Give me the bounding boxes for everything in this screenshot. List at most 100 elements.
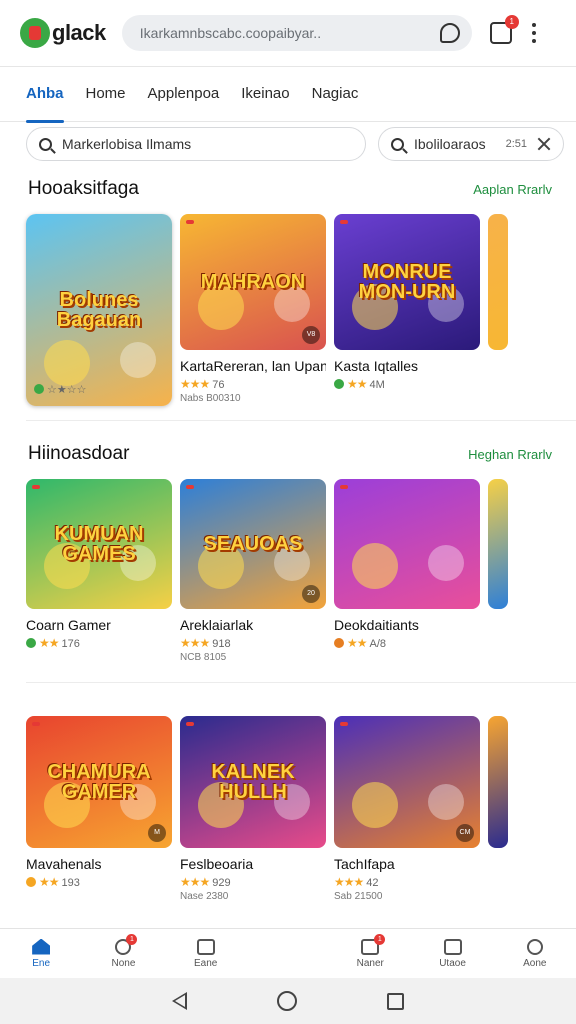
game-thumbnail[interactable]: MAHRAON V8 — [180, 214, 326, 350]
game-thumbnail[interactable]: KUMUAN GAMES — [26, 479, 172, 609]
tab-ikeinao[interactable]: Ikeinao — [241, 66, 289, 122]
rating-value: 4M — [369, 379, 385, 391]
chat-icon[interactable] — [439, 23, 460, 43]
shield-icon — [334, 638, 344, 648]
nav-badge: 1 — [126, 933, 138, 945]
rating: ★★ A/8 — [334, 636, 480, 650]
game-name[interactable]: Areklaiarlak — [180, 617, 326, 633]
rating-value: 176 — [61, 638, 80, 650]
star-icon: ★★ — [347, 377, 367, 391]
game-row: KUMUAN GAMES Coarn Gamer ★★ 176 SEAUOAS 20 Are… — [26, 479, 508, 663]
recents-icon[interactable] — [387, 992, 404, 1010]
game-title-art: Bolunes Bagauan — [56, 289, 142, 331]
game-thumbnail[interactable] — [488, 214, 508, 350]
home-button-icon[interactable] — [277, 991, 297, 1011]
game-card-peek[interactable] — [488, 214, 508, 406]
game-card[interactable]: MONRUE MON-URN Kasta Iqtalles ★★ 4M — [334, 214, 480, 406]
game-title-art: KUMUAN GAMES — [54, 523, 144, 565]
nav-label: Utaoe — [439, 957, 466, 969]
game-card[interactable]: Deokdaitiants ★★ A/8 — [334, 479, 480, 663]
game-card[interactable]: MAHRAON V8 KartaRereran, lan Upanil ★★★ 76 Na… — [180, 214, 326, 406]
tab-applenpoa[interactable]: Applenpoa — [148, 66, 220, 122]
secondary-search-field[interactable]: Iboliloaraos 2:51 — [378, 127, 564, 161]
back-icon[interactable] — [172, 992, 187, 1010]
game-card[interactable]: KALNEK HULLH Feslbeoaria ★★★ 929 Nase 2380 — [180, 716, 326, 902]
close-icon[interactable] — [537, 137, 551, 151]
game-thumbnail[interactable]: MONRUE MON-URN — [334, 214, 480, 350]
download-count: NCB 8105 — [180, 652, 227, 663]
game-thumbnail[interactable]: CHAMURA GAMER M — [26, 716, 172, 848]
chat-icon: 1 — [115, 933, 138, 955]
section-title: Hiinoasdoar — [28, 443, 130, 464]
section-see-more-link[interactable]: Aaplan Rrarlv — [473, 182, 552, 197]
rating-value: 76 — [212, 379, 225, 391]
system-navigation-bar — [0, 978, 576, 1024]
download-count: Sab 21500 — [334, 891, 383, 902]
cart-icon[interactable]: 1 — [489, 15, 519, 44]
game-card-peek[interactable] — [488, 716, 508, 902]
game-card[interactable]: SEAUOAS 20 Areklaiarlak ★★★ 918 NCB 8105 — [180, 479, 326, 663]
game-thumbnail[interactable]: CM — [334, 716, 480, 848]
game-title-art: KALNEK HULLH — [211, 761, 295, 803]
game-card[interactable]: CM TachIfapa ★★★ 42 Sab 21500 — [334, 716, 480, 902]
game-card-peek[interactable] — [488, 479, 508, 663]
rating: ☆★☆☆ — [34, 383, 86, 396]
download-count: Nabs B00310 — [180, 393, 241, 404]
section-featured: Hooaksitfaga Aaplan Rrarlv — [0, 174, 576, 204]
game-thumbnail[interactable]: SEAUOAS 20 — [180, 479, 326, 609]
section-see-more-link[interactable]: Heghan Rrarlv — [468, 447, 552, 462]
game-card[interactable]: CHAMURA GAMER M Mavahenals ★★ 193 — [26, 716, 172, 902]
star-icon: ★★ — [39, 636, 59, 650]
game-name[interactable]: Deokdaitiants — [334, 617, 480, 633]
logo-icon — [20, 18, 50, 48]
nav-item-calendar[interactable]: Eane — [165, 929, 247, 978]
tab-nagiac[interactable]: Nagiac — [312, 66, 359, 122]
corner-badge: CM — [456, 824, 474, 842]
nav-label: None — [111, 957, 136, 969]
news-icon: 1 — [361, 933, 386, 955]
game-thumbnail[interactable] — [334, 479, 480, 609]
nav-item-news[interactable]: 1 Naner — [329, 929, 411, 978]
nav-item-gift[interactable]: Utaoe — [411, 929, 493, 978]
game-name[interactable]: KartaRereran, lan Upanil — [180, 358, 326, 374]
tab-home[interactable]: Home — [86, 66, 126, 122]
star-icon: ★★ — [39, 875, 59, 889]
nav-label: Naner — [356, 957, 384, 969]
game-thumbnail[interactable]: Bolunes Bagauan — [26, 214, 172, 406]
game-name[interactable]: Kasta Iqtalles — [334, 358, 480, 374]
game-card[interactable]: KUMUAN GAMES Coarn Gamer ★★ 176 — [26, 479, 172, 663]
nav-item-home[interactable]: Ene — [0, 929, 82, 978]
game-thumbnail[interactable] — [488, 716, 508, 848]
calendar-icon — [196, 938, 215, 955]
nav-item-account[interactable]: Aone — [494, 929, 576, 978]
game-name[interactable]: TachIfapa — [334, 856, 480, 872]
app-logo[interactable]: glack — [20, 18, 106, 48]
game-thumbnail[interactable]: KALNEK HULLH — [180, 716, 326, 848]
rating-value: ☆★☆☆ — [47, 384, 87, 396]
game-thumbnail[interactable] — [488, 479, 508, 609]
corner-badge: M — [148, 824, 166, 842]
search-icon — [391, 137, 404, 151]
tab-ahba[interactable]: Ahba — [26, 66, 64, 123]
game-name[interactable]: Feslbeoaria — [180, 856, 326, 872]
filter-search-field[interactable]: Markerlobisa Ilmams — [26, 127, 366, 161]
game-card[interactable]: Bolunes Bagauan ☆★☆☆ — [26, 214, 172, 406]
rating: ★★★ 76 — [180, 377, 326, 391]
divider — [26, 420, 576, 421]
gift-icon — [443, 938, 462, 955]
search-icon — [39, 137, 52, 151]
rating-value: 42 — [366, 877, 379, 889]
star-icon: ★★★ — [180, 636, 210, 650]
more-options-icon[interactable] — [531, 23, 536, 43]
nav-item-chat[interactable]: 1 None — [82, 929, 164, 978]
cart-badge: 1 — [504, 15, 519, 29]
section-title: Hooaksitfaga — [28, 178, 139, 199]
game-name[interactable]: Mavahenals — [26, 856, 172, 872]
search-input[interactable]: Ikarkamnbscabc.coopaibyar.. — [140, 25, 440, 41]
tab-bar: Ahba Home Applenpoa Ikeinao Nagiac — [0, 66, 576, 123]
shield-icon — [334, 379, 344, 389]
game-name[interactable]: Coarn Gamer — [26, 617, 172, 633]
search-bar[interactable]: Ikarkamnbscabc.coopaibyar.. — [121, 15, 472, 51]
filter-row: Markerlobisa Ilmams Iboliloaraos 2:51 — [26, 127, 564, 161]
